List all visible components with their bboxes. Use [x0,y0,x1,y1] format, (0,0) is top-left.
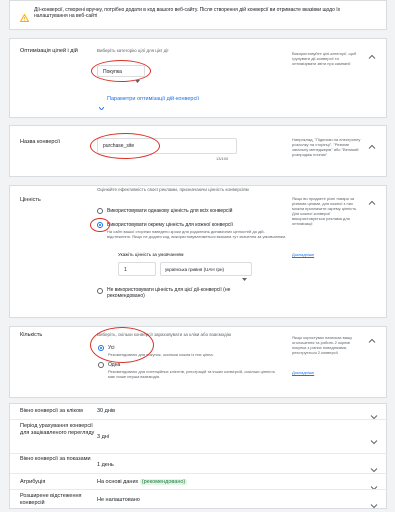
count-one-radio[interactable] [98,362,104,368]
conversion-name-side-text: Наприклад, "Підписки на електронну розси… [292,137,361,157]
row-attribution[interactable]: Атрибуція На основі даних (рекомендовано… [10,473,388,491]
chevron-down-icon [370,461,378,473]
row-view-through-window[interactable]: Період урахування конверсії для зацікавл… [10,419,388,453]
currency-select[interactable]: українська гривня (UAH грн) [160,262,252,281]
row-enhanced-conversions[interactable]: Розширене відстеження конверсій Не налаш… [10,489,388,510]
annotation-circle-value [90,218,110,232]
value-different-label[interactable]: Використовувати окрему цінність для кожн… [107,222,233,228]
conversion-name-label: Назва конверсії [20,139,60,145]
optimization-section: Оптимізація цілей і дій Виберіть категор… [9,38,387,118]
row-label: Період урахування конверсії для зацікавл… [20,423,95,436]
count-section: Кількість Виберіть, скільки конверсії за… [9,326,387,398]
optimization-params-link[interactable]: Параметри оптимізації дій-конверсії [107,96,199,103]
annotation-circle-name [90,133,160,159]
collapse-icon[interactable] [368,48,376,59]
chevron-down-icon [370,497,378,509]
row-label: Вікно конверсії за показами [20,456,91,462]
row-label: Вікно конверсії за кліком [20,408,83,414]
row-value: На основі даних (рекомендовано) [97,479,188,486]
currency-value: українська гривня (UAH грн) [165,267,224,272]
value-same-label[interactable]: Використовувати однакову цінність для вс… [107,208,232,214]
value-learn-more-link[interactable]: Докладніше [292,252,314,257]
row-value: 30 днів [97,408,116,414]
value-section: Цінність Оцінюйте ефективність своєї рек… [9,185,387,318]
default-value-label: Укажіть цінність за умовчанням [118,252,184,257]
chevron-down-icon [370,433,378,445]
chevron-down-icon [370,479,378,491]
value-label: Цінність [20,197,41,203]
value-different-desc: На сайті вашої сторінки наведено кроки д… [107,229,287,239]
row-label: Розширене відстеження конверсій [20,493,82,506]
conversion-name-counter: 13/100 [216,156,229,161]
warning-icon [19,9,30,27]
row-value: 3 дні [97,434,110,440]
row-label: Атрибуція [20,479,46,485]
recommended-badge: (рекомендовано) [139,479,188,485]
count-learn-more-link[interactable]: Докладніше [292,370,314,375]
count-one-desc: Рекомендовано для потенційних клієнтів, … [108,369,276,379]
conversion-name-section: Назва конверсії purchase_site 13/100 Нап… [9,125,387,177]
chevron-down-icon [370,408,378,420]
warning-banner: Дії-конверсії, створені вручну, потрібно… [9,0,387,30]
default-value-input[interactable]: 1 [118,262,156,276]
expand-chevron-icon [98,97,105,115]
collapse-icon[interactable] [368,138,376,149]
attribution-model: На основі даних [97,479,139,485]
row-impression-window[interactable]: Вікно конверсії за показами 1 день [10,453,388,473]
annotation-circle-category [91,60,151,82]
value-side-text: Якщо ви продаєте різні товари за різними… [292,196,358,226]
warning-text: Дії-конверсії, створені вручну, потрібно… [34,7,341,19]
count-one-label[interactable]: Одна [108,362,120,368]
optimization-hint: Виберіть категорію цілі для цієї дії [97,48,169,53]
settings-rows: Вікно конверсії за кліком 30 днів Період… [9,403,388,510]
count-side-text: Якщо користувач натискає вашу оголошення… [292,335,353,355]
count-label: Кількість [20,332,43,338]
row-value: Не налаштовано [97,497,140,503]
value-none-label[interactable]: Не використовувати цінність для цієї дії… [107,287,267,299]
chevron-down-icon [242,268,247,286]
optimization-label: Оптимізація цілей і дій [20,48,78,54]
optimization-side-text: Використовуйте цілі-категорії, щоб групу… [292,51,357,66]
value-same-radio[interactable] [97,208,103,214]
value-none-radio[interactable] [97,288,103,294]
collapse-icon[interactable] [368,332,376,343]
annotation-circle-count [90,327,154,363]
row-value: 1 день [97,462,114,468]
collapse-icon[interactable] [368,194,376,205]
default-value: 1 [124,267,127,273]
row-click-window[interactable]: Вікно конверсії за кліком 30 днів [10,404,388,420]
value-hint: Оцінюйте ефективність своєї реклами, при… [97,187,249,192]
